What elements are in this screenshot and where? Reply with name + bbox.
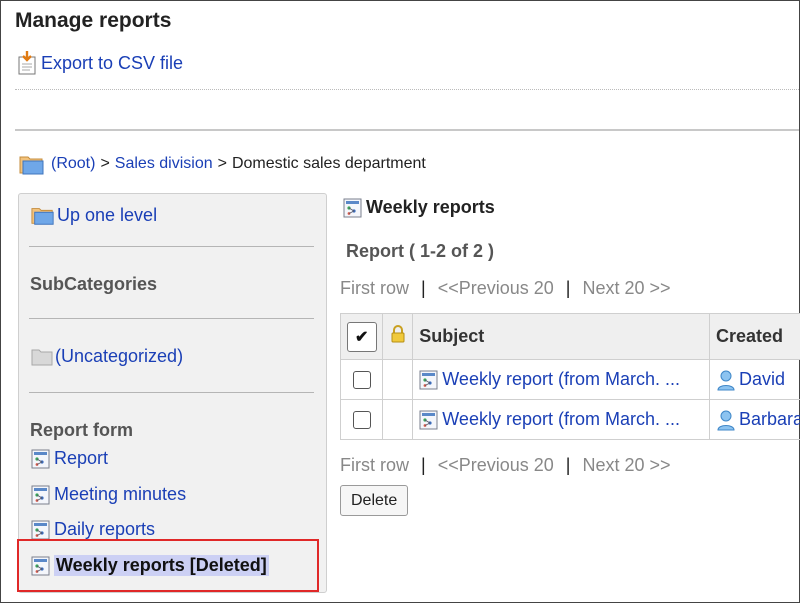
up-one-level-link[interactable]: Up one level xyxy=(31,204,157,226)
form-item-label[interactable]: Meeting minutes xyxy=(54,484,186,505)
breadcrumb-sales-division[interactable]: Sales division xyxy=(115,155,213,173)
report-form-icon xyxy=(343,198,362,218)
row-subject-cell: Weekly report (from March. ... xyxy=(412,399,710,440)
page-title: Manage reports xyxy=(15,9,172,32)
divider xyxy=(15,89,799,90)
row-select-cell xyxy=(339,359,384,400)
created-column-header[interactable]: Created xyxy=(708,313,800,360)
report-form-icon xyxy=(419,410,438,430)
pagination-top: First row | <<Previous 20 | Next 20 >> xyxy=(340,278,671,299)
report-subject-link[interactable]: Weekly report (from March. ... xyxy=(442,369,680,390)
user-icon xyxy=(716,409,736,431)
export-csv-label[interactable]: Export to CSV file xyxy=(41,53,183,74)
table-header-row: ✔ Subject Created xyxy=(339,313,800,360)
previous-page-link[interactable]: <<Previous 20 xyxy=(438,278,554,299)
creator-link[interactable]: David xyxy=(739,369,785,390)
row-subject-cell: Weekly report (from March. ... xyxy=(412,359,710,400)
report-form-icon xyxy=(31,520,50,540)
row-lock-cell xyxy=(382,399,414,440)
report-form-icon xyxy=(31,449,50,469)
selection-highlight-box xyxy=(17,539,319,592)
report-form-icon xyxy=(31,485,50,505)
breadcrumb-root[interactable]: (Root) xyxy=(51,155,95,173)
breadcrumb-separator: > xyxy=(100,155,110,172)
table-row: Weekly report (from March. ... Barbara xyxy=(339,399,800,440)
creator-link[interactable]: Barbara xyxy=(739,409,800,430)
row-creator-cell: Barbara xyxy=(708,399,800,440)
row-creator-cell: David xyxy=(708,359,800,400)
form-item-meeting-minutes[interactable]: Meeting minutes xyxy=(31,484,186,505)
first-row-link[interactable]: First row xyxy=(340,278,409,299)
folder-icon xyxy=(19,153,45,175)
reports-table: ✔ Subject Created Weekly report (from Ma… xyxy=(339,313,800,440)
export-csv-link[interactable]: Export to CSV file xyxy=(17,51,183,75)
report-subject-link[interactable]: Weekly report (from March. ... xyxy=(442,409,680,430)
first-row-link[interactable]: First row xyxy=(340,455,409,476)
sidebar-divider xyxy=(29,392,314,393)
report-form-icon xyxy=(419,370,438,390)
table-row: Weekly report (from March. ... David xyxy=(339,359,800,400)
form-item-label[interactable]: Daily reports xyxy=(54,519,155,540)
lock-column xyxy=(382,313,414,360)
sidebar-divider xyxy=(29,246,314,247)
up-one-level-label[interactable]: Up one level xyxy=(57,205,157,226)
uncategorized-link[interactable]: (Uncategorized) xyxy=(31,346,183,367)
divider xyxy=(15,129,799,131)
pager-separator: | xyxy=(421,455,426,475)
user-icon xyxy=(716,369,736,391)
form-item-daily-reports[interactable]: Daily reports xyxy=(31,519,155,540)
row-lock-cell xyxy=(382,359,414,400)
breadcrumb-current: Domestic sales department xyxy=(231,155,426,172)
category-sidebar: Up one level SubCategories (Uncategorize… xyxy=(18,193,327,593)
row-select-cell xyxy=(339,399,384,440)
lock-icon xyxy=(391,325,405,343)
select-all-checkbox[interactable]: ✔ xyxy=(346,321,377,352)
csv-export-icon xyxy=(18,51,36,75)
gray-folder-icon xyxy=(31,349,53,365)
folder-up-icon xyxy=(31,204,55,226)
sidebar-divider xyxy=(29,318,314,319)
row-checkbox[interactable] xyxy=(352,411,371,430)
pager-separator: | xyxy=(565,455,571,475)
breadcrumb-separator: > xyxy=(217,155,227,172)
previous-page-link[interactable]: <<Previous 20 xyxy=(438,455,554,476)
report-form-title-text: Weekly reports xyxy=(366,197,495,217)
report-form-heading: Report form xyxy=(30,420,133,440)
select-all-column: ✔ xyxy=(339,313,384,360)
pagination-bottom: First row | <<Previous 20 | Next 20 >> xyxy=(340,455,671,476)
window-frame: Manage reports Export to CSV file (Root)… xyxy=(0,0,800,603)
next-page-link[interactable]: Next 20 >> xyxy=(582,278,670,299)
subject-column-header[interactable]: Subject xyxy=(412,313,710,360)
next-page-link[interactable]: Next 20 >> xyxy=(582,455,670,476)
pager-separator: | xyxy=(565,278,571,298)
pager-separator: | xyxy=(421,278,426,298)
report-count: Report ( 1-2 of 2 ) xyxy=(346,241,495,261)
delete-button[interactable]: Delete xyxy=(340,485,409,516)
report-form-title: Weekly reports xyxy=(343,197,495,218)
breadcrumb: (Root) > Sales division > Domestic sales… xyxy=(19,153,426,175)
form-item-label[interactable]: Report xyxy=(54,448,108,469)
row-checkbox[interactable] xyxy=(352,371,371,390)
uncategorized-label[interactable]: (Uncategorized) xyxy=(55,346,183,367)
subcategories-heading: SubCategories xyxy=(30,274,158,294)
form-item-report[interactable]: Report xyxy=(31,448,108,469)
